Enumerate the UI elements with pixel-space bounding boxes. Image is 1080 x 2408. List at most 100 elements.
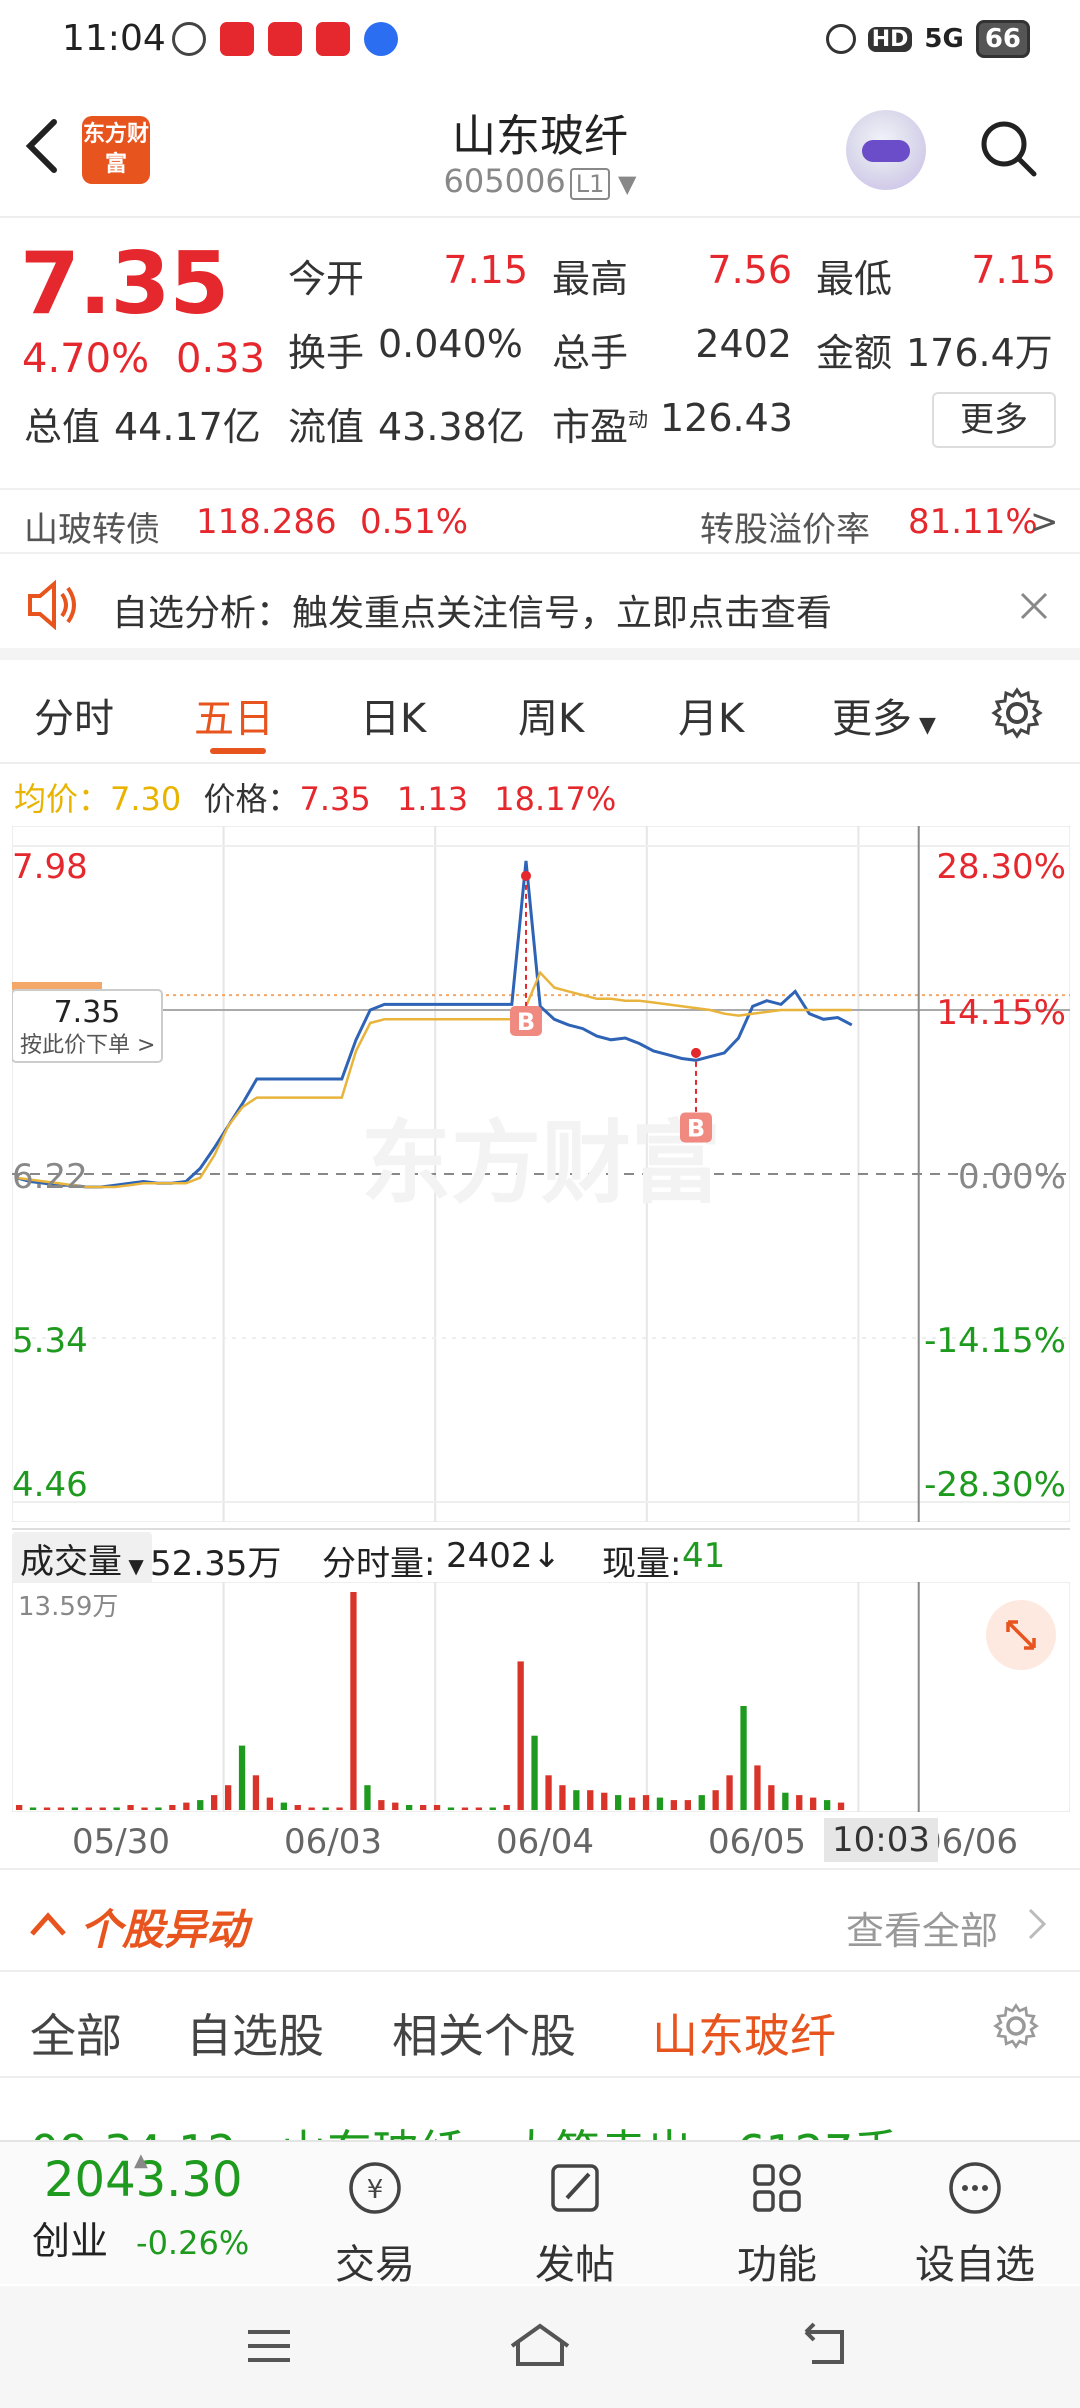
label-volume: 总手 — [552, 331, 629, 375]
volume-selector[interactable]: 成交量 ▼ — [12, 1532, 152, 1585]
stock-alert-header[interactable]: 个股异动 查看全部 — [0, 1868, 1080, 1972]
network-icon: 5G — [924, 24, 964, 54]
volume-bar — [503, 1805, 510, 1810]
premium-label: 转股溢价率 — [700, 510, 870, 550]
volume-bar — [71, 1807, 78, 1810]
volume-bar — [392, 1802, 399, 1810]
label-float-cap: 流值 — [288, 405, 365, 449]
tick-volume-label: 分时量: — [322, 1544, 436, 1584]
volume-bar — [670, 1800, 677, 1810]
y-axis-label-right: 28.30% — [936, 847, 1066, 887]
tab-daily-k[interactable]: 日K — [360, 686, 426, 744]
value-float-cap: 43.38亿 — [378, 405, 525, 449]
dropdown-icon: ▼ — [912, 713, 936, 738]
notice-text: 自选分析：触发重点关注信号，立即点击查看 — [112, 593, 833, 634]
value-market-cap: 44.17亿 — [114, 405, 261, 449]
tab-more[interactable]: 更多 ▼ — [832, 686, 936, 744]
alert-tabs: 全部 自选股 相关个股 山东玻纤 — [0, 1974, 1080, 2078]
trade-button[interactable]: ¥ 交易 — [310, 2158, 440, 2290]
alert-row-preview[interactable]: 09:34:12 山东玻纤 大笔卖出 6127手 — [30, 2120, 1050, 2142]
settings-gear-icon[interactable] — [992, 2002, 1040, 2050]
tab-monthly-k[interactable]: 月K — [678, 686, 744, 744]
stock-header: 东方财富 山东玻纤 605006 L1 ▼ — [0, 86, 1080, 218]
y-axis-label-right: 0.00% — [958, 1157, 1066, 1197]
convertible-bond-row[interactable]: 山玻转债 118.286 0.51% 转股溢价率 81.11% > — [0, 488, 1080, 554]
add-watchlist-button[interactable]: 设自选 — [910, 2158, 1040, 2290]
level-badge: L1 — [569, 168, 611, 200]
bottom-toolbar: ▲ 2043.30 创业 -0.26% ¥ 交易 发帖 功能 设自选 — [0, 2140, 1080, 2288]
functions-button[interactable]: 功能 — [712, 2158, 842, 2290]
tab-weekly-k[interactable]: 周K — [518, 686, 584, 744]
volume-bar — [197, 1800, 204, 1810]
dropdown-icon: ▼ — [610, 170, 637, 198]
volume-bar — [364, 1785, 371, 1810]
close-icon[interactable] — [1018, 590, 1050, 622]
alert-tab-stock[interactable]: 山东玻纤 — [652, 2000, 836, 2066]
volume-bar — [796, 1795, 803, 1810]
system-icons: HD 5G 66 — [825, 20, 1030, 58]
index-widget[interactable]: ▲ 2043.30 创业 -0.26% — [14, 2150, 314, 2265]
back-nav-icon[interactable] — [796, 2322, 850, 2368]
home-icon[interactable] — [508, 2320, 572, 2370]
caret-up-icon: ▲ — [134, 2150, 148, 2171]
change-amount: 0.33 — [176, 336, 266, 382]
view-all-link[interactable]: 查看全部 — [846, 1900, 998, 1955]
volume-bar — [824, 1800, 831, 1810]
menu-icon[interactable] — [244, 2326, 294, 2366]
alarm-icon — [825, 24, 856, 54]
volume-bar — [545, 1775, 552, 1810]
alert-tab-watchlist[interactable]: 自选股 — [186, 2000, 324, 2066]
volume-bar — [183, 1802, 190, 1810]
volume-bar — [754, 1765, 761, 1810]
more-dots-icon — [949, 2162, 1001, 2214]
value-low: 7.15 — [971, 248, 1056, 292]
five-day-price-chart[interactable]: 东方财富BB7.987.106.225.344.4628.30%14.15%0.… — [12, 826, 1070, 1522]
app-notification-icon — [172, 22, 206, 56]
value-turnover: 0.040% — [378, 322, 523, 366]
analysis-notice[interactable]: 自选分析：触发重点关注信号，立即点击查看 — [0, 556, 1080, 660]
volume-bar — [782, 1792, 789, 1810]
robot-assistant-avatar[interactable] — [846, 110, 926, 190]
settings-gear-icon[interactable] — [990, 686, 1044, 740]
notification-icons — [172, 22, 398, 56]
baidu-app-icon — [364, 22, 398, 56]
tab-five-day[interactable]: 五日 — [194, 686, 274, 744]
battery-icon: 66 — [975, 20, 1030, 58]
volume-bar — [29, 1807, 37, 1810]
alert-tab-related[interactable]: 相关个股 — [392, 2000, 576, 2066]
date-label: 06/05 — [708, 1822, 806, 1862]
volume-bar — [225, 1785, 232, 1810]
alert-tab-all[interactable]: 全部 — [30, 2000, 122, 2066]
post-button[interactable]: 发帖 — [510, 2158, 640, 2290]
avg-value: 7.30 — [110, 780, 182, 818]
buy-marker-label: B — [517, 1008, 535, 1036]
volume-bar — [531, 1735, 538, 1810]
more-quote-button[interactable]: 更多 — [932, 392, 1056, 448]
volume-bar — [573, 1790, 580, 1810]
volume-bar — [420, 1805, 427, 1810]
expand-chart-button[interactable] — [986, 1600, 1056, 1670]
volume-chart[interactable] — [12, 1582, 1070, 1812]
tab-more-label: 更多 — [832, 696, 912, 742]
trade-yen-icon: ¥ — [349, 2162, 401, 2214]
bond-pct: 0.51% — [360, 502, 469, 542]
volume-bar — [252, 1775, 260, 1810]
status-bar: 11:04 HD 5G 66 — [0, 0, 1080, 86]
search-button[interactable] — [978, 118, 1038, 178]
volume-bar — [406, 1805, 413, 1810]
volume-bar — [141, 1807, 148, 1810]
volume-bar — [155, 1807, 162, 1810]
label-pe: 市盈动 — [552, 396, 648, 451]
avg-label: 均价： — [14, 780, 111, 818]
volume-bar — [378, 1800, 385, 1810]
volume-bar — [475, 1807, 482, 1810]
add-watchlist-label: 设自选 — [915, 2242, 1035, 2288]
tab-intraday[interactable]: 分时 — [34, 686, 114, 744]
watermark: 东方财富 — [361, 1111, 721, 1216]
post-label: 发帖 — [535, 2242, 615, 2288]
volume-bar — [266, 1797, 273, 1810]
buy-marker-label: B — [687, 1115, 705, 1143]
volume-bar — [712, 1790, 719, 1810]
index-pct: -0.26% — [136, 2224, 250, 2262]
volume-bar — [726, 1775, 733, 1810]
